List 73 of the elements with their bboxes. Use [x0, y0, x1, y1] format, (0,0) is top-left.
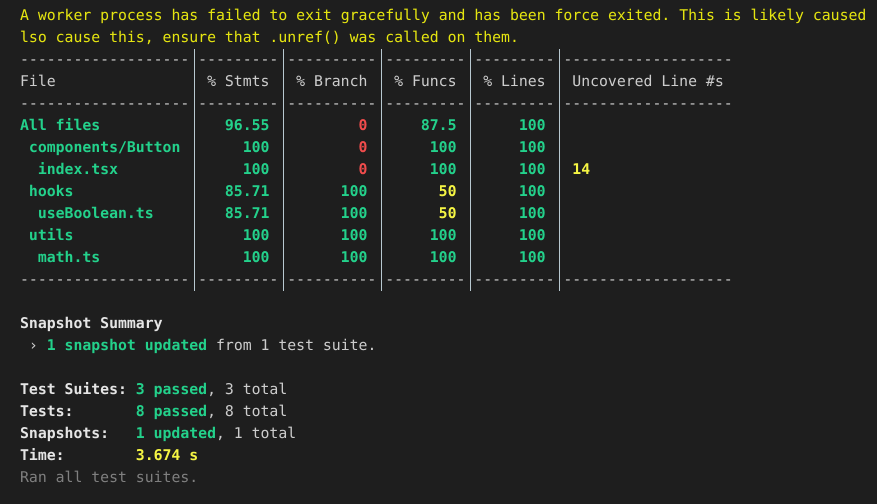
coverage-value: 100 — [518, 139, 546, 156]
separator-line: --------- — [474, 50, 554, 70]
separator-line: --------- — [198, 50, 278, 70]
coverage-value: 0 — [358, 117, 368, 134]
warning-text: A worker process has failed to exit gracefully and has been force exited. This is likely caused — [20, 7, 866, 24]
coverage-value: 100 — [242, 161, 270, 178]
stat-value: 3.674 s — [136, 447, 198, 464]
coverage-value: 100 — [242, 139, 270, 156]
coverage-value: 85.71 — [224, 205, 270, 222]
separator-line: ---------- — [287, 50, 376, 70]
separator-line: ------------------- — [20, 94, 190, 114]
coverage-value: 100 — [340, 205, 368, 222]
separator-line: --------- — [198, 94, 278, 114]
column-header: Uncovered Line #s — [571, 72, 725, 92]
coverage-value: 100 — [340, 249, 368, 266]
separator-line: ------------------- — [563, 270, 733, 290]
coverage-value: 100 — [242, 227, 270, 244]
coverage-value: 100 — [340, 227, 368, 244]
coverage-value: 50 — [438, 205, 456, 222]
separator-line: --------- — [198, 270, 278, 290]
coverage-value: 100 — [518, 117, 546, 134]
coverage-value: 100 — [242, 249, 270, 266]
separator-line: ------------------- — [20, 50, 190, 70]
coverage-value: 0 — [358, 161, 368, 178]
separator-line: ------------------- — [20, 270, 190, 290]
stat-value: 1 updated, 1 total — [136, 425, 296, 442]
stat-label: Snapshots: — [20, 425, 110, 442]
file-name: hooks — [28, 183, 74, 200]
coverage-value: 100 — [430, 227, 456, 244]
file-name: All files — [20, 117, 100, 134]
file-name: components/Button — [28, 139, 180, 156]
column-header: % Branch — [295, 72, 368, 92]
file-name: useBoolean.ts — [38, 205, 154, 222]
file-name: math.ts — [38, 249, 100, 266]
summary-title: Snapshot Summary — [20, 315, 163, 332]
stat-value: 3 passed, 3 total — [136, 381, 288, 398]
file-name: index.tsx — [38, 161, 118, 178]
footer-text: Ran all test suites. — [20, 469, 198, 486]
coverage-value: 96.55 — [224, 117, 270, 134]
separator-line: --------- — [474, 94, 554, 114]
column-header: % Stmts — [206, 72, 270, 92]
column-header: % Funcs — [393, 72, 458, 92]
separator-line: --------- — [474, 270, 554, 290]
separator-line: ------------------- — [563, 94, 733, 114]
stat-label: Time: — [20, 447, 65, 464]
stat-value: 8 passed, 8 total — [136, 403, 288, 420]
separator-line: --------- — [385, 270, 466, 290]
column-header: File — [20, 72, 57, 92]
separator-line: ------------------- — [563, 50, 733, 70]
coverage-value: 100 — [518, 205, 546, 222]
coverage-value: 100 — [518, 227, 546, 244]
stat-label: Test Suites: — [20, 381, 127, 398]
uncovered-lines: 14 — [572, 161, 590, 178]
coverage-value: 100 — [518, 249, 546, 266]
coverage-value: 100 — [518, 161, 546, 178]
coverage-value: 85.71 — [224, 183, 270, 200]
coverage-value: 100 — [430, 161, 456, 178]
coverage-value: 87.5 — [420, 117, 456, 134]
column-header: % Lines — [482, 72, 547, 92]
coverage-value: 100 — [430, 139, 456, 156]
separator-line: --------- — [385, 94, 466, 114]
separator-line: ---------- — [287, 270, 376, 290]
coverage-value: 100 — [518, 183, 546, 200]
coverage-value: 50 — [438, 183, 456, 200]
separator-line: ---------- — [287, 94, 376, 114]
stat-label: Tests: — [20, 403, 74, 420]
separator-line: --------- — [385, 50, 466, 70]
file-name: utils — [28, 227, 74, 244]
coverage-value: 100 — [430, 249, 456, 266]
coverage-value: 0 — [358, 139, 368, 156]
coverage-value: 100 — [340, 183, 368, 200]
summary-text: › 1 snapshot updated from 1 test suite. — [28, 337, 376, 354]
warning-text: lso cause this, ensure that .unref() was called on them. — [20, 29, 519, 46]
